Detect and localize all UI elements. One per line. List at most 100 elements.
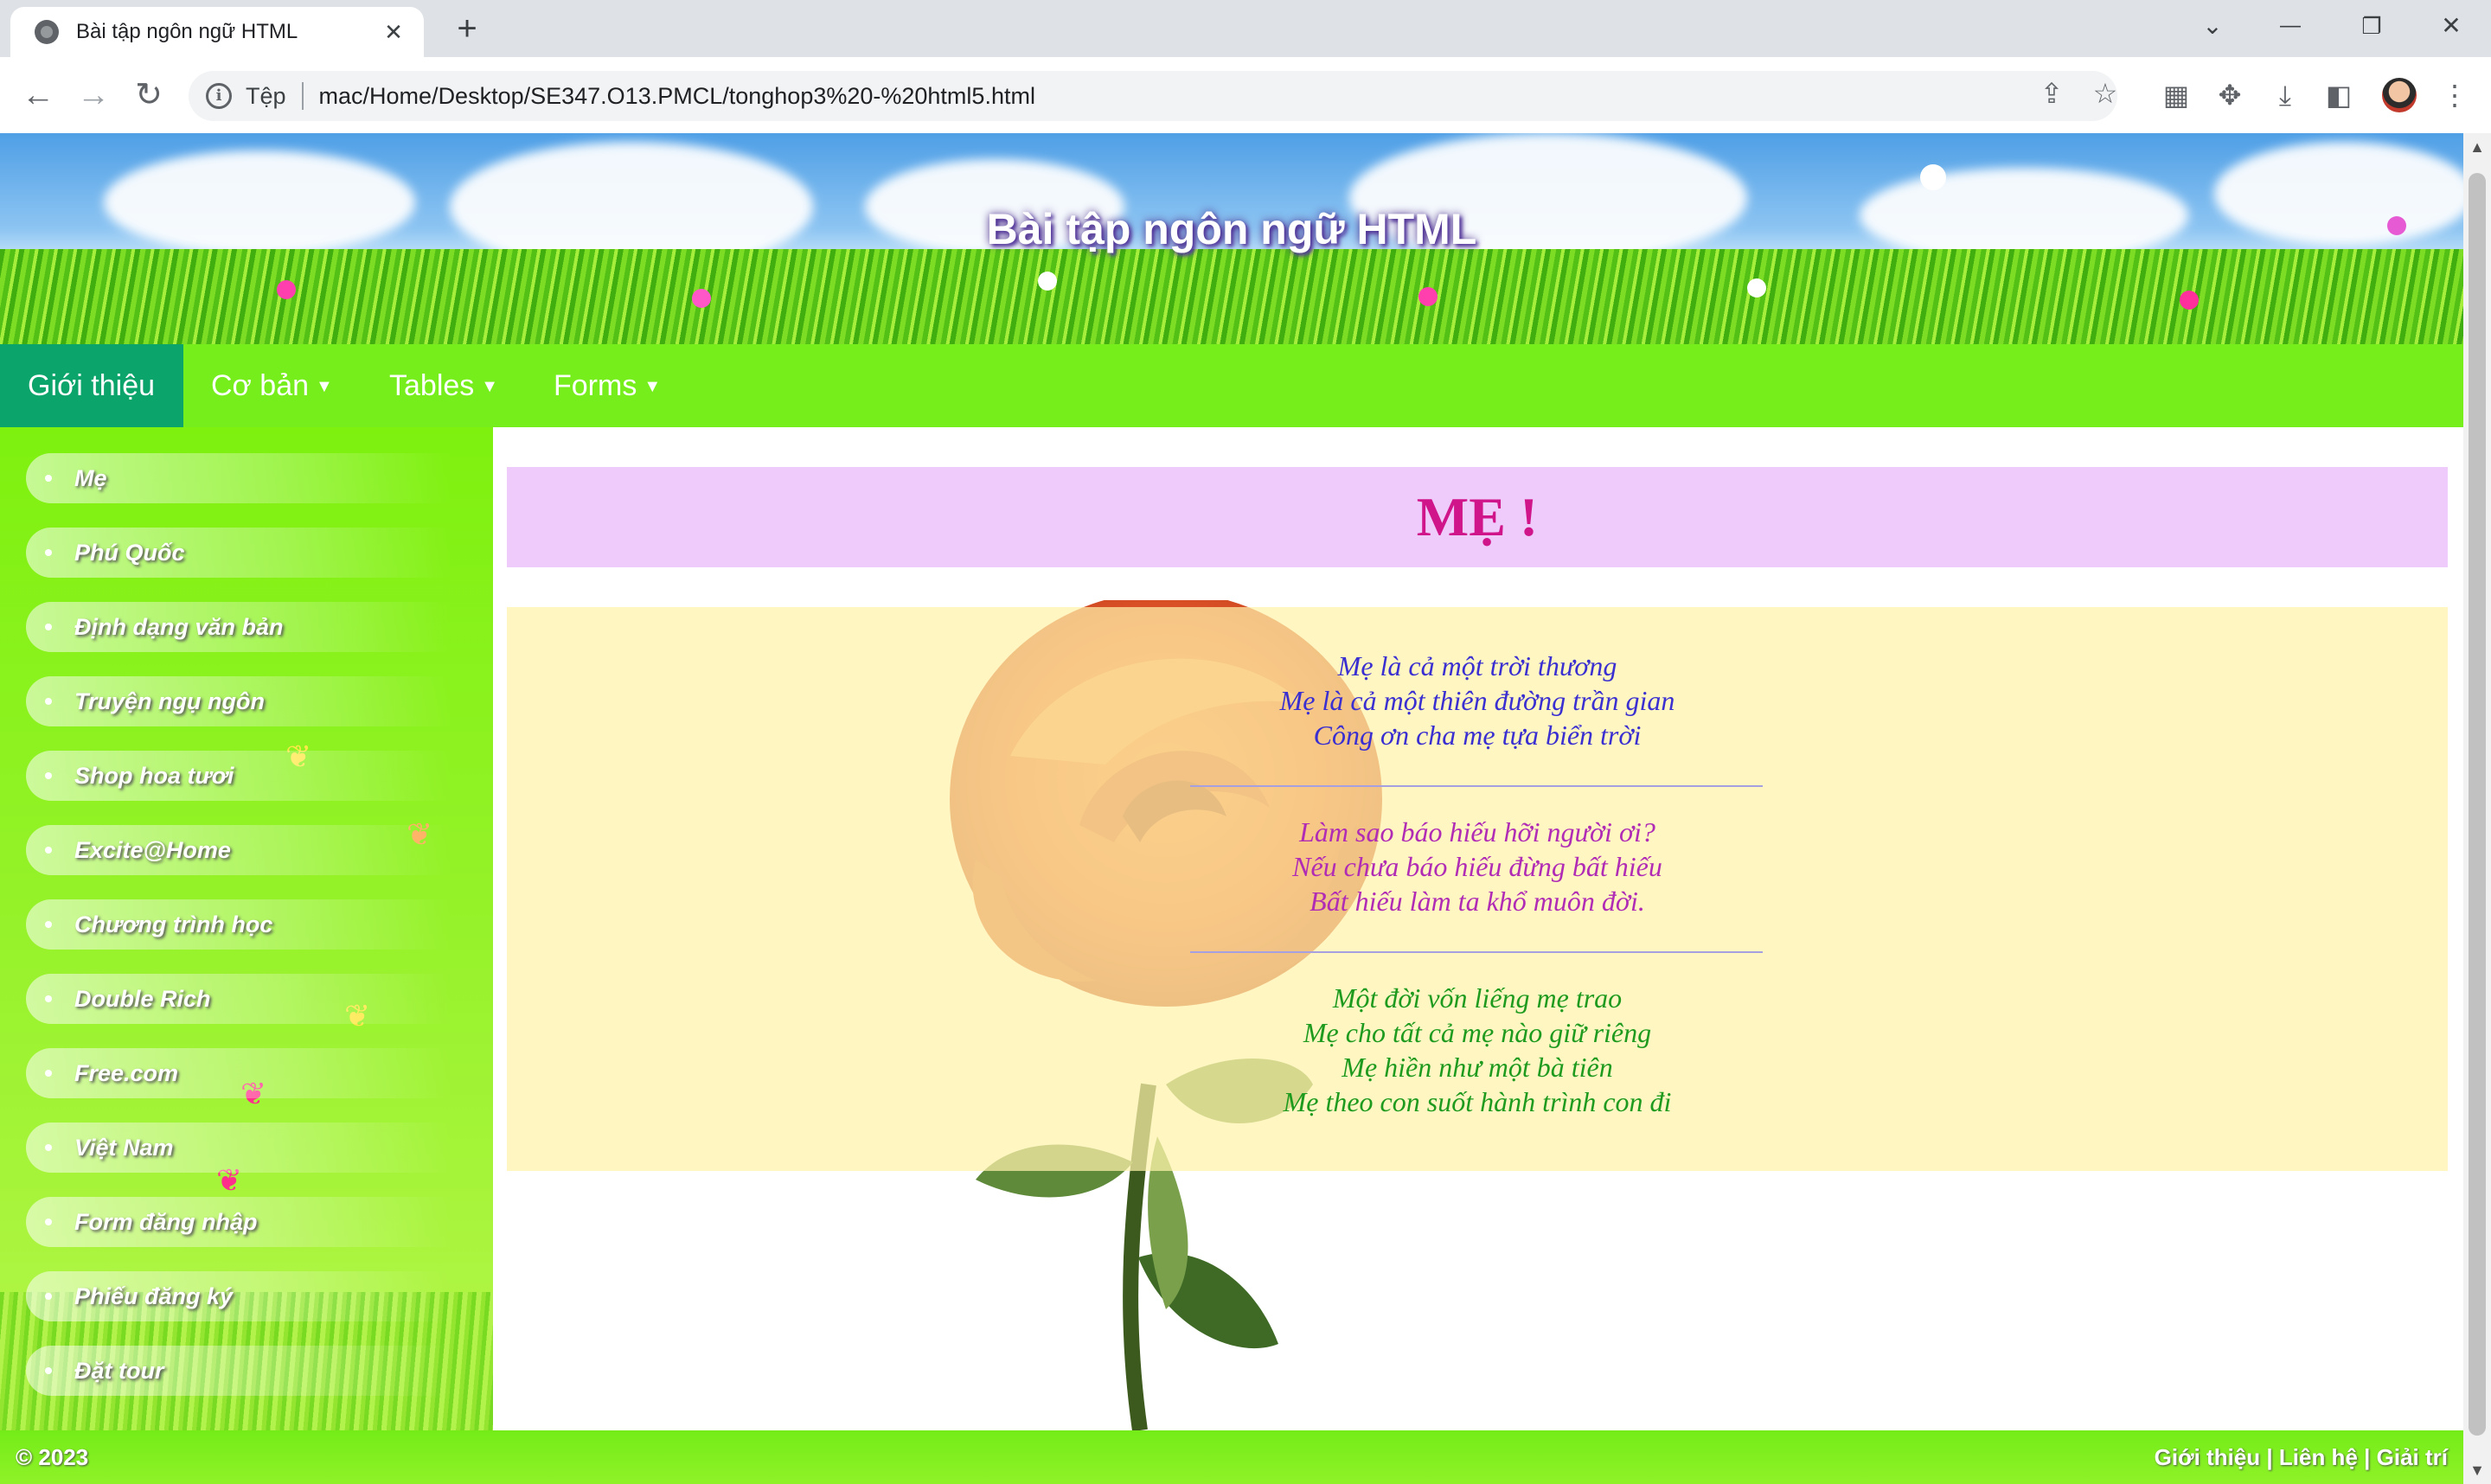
- poem-line: Mẹ là cả một thiên đường trần gian: [1279, 685, 1675, 716]
- flower: [1418, 287, 1438, 306]
- sidebar-item[interactable]: Chương trình học: [26, 899, 451, 950]
- sidebar-item-label: Định dạng văn bản: [74, 613, 284, 640]
- bullet-icon: [45, 1367, 52, 1374]
- sidebar-item-label: Double Rich: [74, 985, 211, 1012]
- footer-link-gioi-thieu[interactable]: Giới thiệu: [2155, 1444, 2260, 1470]
- sidebar-item[interactable]: Đặt tour: [26, 1346, 451, 1396]
- flower: [692, 289, 711, 308]
- extensions-puzzle-icon[interactable]: ✥: [2212, 78, 2247, 112]
- web-page: Bài tập ngôn ngữ HTML Giới thiệu Cơ bản ▼…: [0, 133, 2463, 1484]
- bullet-icon: [45, 698, 52, 705]
- sidebar-item[interactable]: Double Rich: [26, 974, 451, 1024]
- caret-down-icon: ▼: [316, 377, 333, 396]
- url-text[interactable]: mac/Home/Desktop/SE347.O13.PMCL/tonghop3…: [319, 83, 1035, 110]
- menu-label: Forms: [554, 369, 637, 402]
- poem-line: Mẹ theo con suốt hành trình con đi: [1283, 1086, 1672, 1117]
- menu-label: Giới thiệu: [28, 369, 156, 402]
- sidebar-item-label: Free.com: [74, 1059, 179, 1086]
- sidebar-item-label: Excite@Home: [74, 836, 231, 863]
- poem-line: Bất hiếu làm ta khổ muôn đời.: [1310, 886, 1645, 917]
- download-icon[interactable]: ⤓: [2268, 78, 2302, 112]
- flower: [1747, 278, 1766, 297]
- sidebar-item-label: Việt Nam: [74, 1134, 174, 1161]
- reload-button[interactable]: ↻: [128, 74, 170, 116]
- main-content: MẸ ! Mẹ là cả một trời thương Mẹ là cả m…: [493, 427, 2463, 1430]
- restore-button[interactable]: ❐: [2346, 7, 2398, 45]
- scroll-up-arrow-icon[interactable]: ▲: [2463, 135, 2491, 159]
- info-icon[interactable]: i: [206, 83, 232, 109]
- menu-gioi-thieu[interactable]: Giới thiệu: [0, 344, 183, 427]
- share-icon[interactable]: ⇪: [2033, 74, 2071, 112]
- caret-down-icon: ▼: [481, 377, 499, 396]
- bullet-icon: [45, 847, 52, 854]
- sidebar-item[interactable]: Free.com: [26, 1048, 451, 1098]
- sidebar-item-label: Phiếu đăng ký: [74, 1283, 234, 1309]
- minimize-button[interactable]: —: [2264, 7, 2316, 45]
- globe-icon: [35, 20, 59, 44]
- footer: © 2023 Giới thiệu | Liên hệ | Giải trí: [0, 1430, 2463, 1484]
- sidebar-item-label: Truyện ngụ ngôn: [74, 688, 265, 714]
- forward-button[interactable]: →: [73, 74, 114, 116]
- sidebar-item-label: Đặt tour: [74, 1357, 164, 1384]
- poem-line: Làm sao báo hiếu hỡi người ơi?: [1299, 816, 1655, 848]
- bullet-icon: [45, 1144, 52, 1151]
- page-heading: MẸ !: [1416, 486, 1539, 547]
- bullet-icon: [45, 1070, 52, 1077]
- header-banner: Bài tập ngôn ngữ HTML: [0, 133, 2463, 344]
- scheme-label: Tệp: [246, 82, 286, 109]
- sidebar-item[interactable]: Việt Nam: [26, 1123, 451, 1173]
- sidebar-item[interactable]: Phiếu đăng ký: [26, 1271, 451, 1321]
- more-menu-icon[interactable]: ⋮: [2437, 78, 2472, 112]
- address-bar[interactable]: i Tệp mac/Home/Desktop/SE347.O13.PMCL/to…: [189, 71, 2117, 121]
- banner-title: Bài tập ngôn ngữ HTML: [986, 205, 1477, 253]
- menu-label: Cơ bản: [211, 369, 310, 402]
- sidebar-item-label: Phú Quốc: [74, 539, 185, 566]
- poem-divider: [1190, 785, 1763, 787]
- flower: [1038, 272, 1057, 291]
- omnibox-divider: [301, 82, 304, 110]
- footer-separator: |: [2357, 1444, 2377, 1470]
- sidebar-item-label: Chương trình học: [74, 911, 273, 937]
- back-button[interactable]: ←: [17, 74, 59, 116]
- scroll-thumb[interactable]: [2469, 173, 2486, 1436]
- poem-line: Một đời vốn liếng mẹ trao: [1332, 982, 1623, 1014]
- sidebar-item[interactable]: Mẹ: [26, 453, 451, 503]
- poem-line: Mẹ là cả một trời thương: [1337, 650, 1617, 681]
- flower: [277, 280, 296, 299]
- menu-tables[interactable]: Tables ▼: [362, 344, 526, 427]
- side-panel-icon[interactable]: ◧: [2321, 78, 2356, 112]
- sidebar-item-label: Shop hoa tươi: [74, 762, 234, 789]
- poem-line: Công ơn cha mẹ tựa biển trời: [1313, 720, 1642, 751]
- bullet-icon: [45, 549, 52, 556]
- tab-search-icon[interactable]: ⌄: [2187, 7, 2238, 45]
- vertical-scrollbar[interactable]: ▲ ▼: [2463, 133, 2491, 1484]
- poem-divider: [1190, 951, 1763, 953]
- bookmark-star-icon[interactable]: ☆: [2086, 74, 2124, 112]
- new-tab-button[interactable]: +: [448, 10, 486, 48]
- footer-separator: |: [2260, 1444, 2279, 1470]
- footer-link-lien-he[interactable]: Liên hệ: [2279, 1444, 2358, 1470]
- close-tab-icon[interactable]: ✕: [379, 19, 408, 46]
- sidebar-item[interactable]: Truyện ngụ ngôn: [26, 676, 451, 726]
- profile-avatar[interactable]: [2382, 78, 2417, 112]
- sidebar-item[interactable]: Shop hoa tươi: [26, 751, 451, 801]
- browser-toolbar: ← → ↻ i Tệp mac/Home/Desktop/SE347.O13.P…: [0, 57, 2491, 134]
- browser-tab[interactable]: Bài tập ngôn ngữ HTML ✕: [10, 7, 424, 57]
- sidebar-item[interactable]: Excite@Home: [26, 825, 451, 875]
- extension-placeholder-icon[interactable]: ▦: [2159, 78, 2193, 112]
- bullet-icon: [45, 475, 52, 482]
- sidebar-item[interactable]: Định dạng văn bản: [26, 602, 451, 652]
- heading-box: MẸ !: [507, 467, 2448, 567]
- bullet-icon: [45, 921, 52, 928]
- menu-forms[interactable]: Forms ▼: [526, 344, 688, 427]
- flower: [2180, 291, 2199, 310]
- close-window-button[interactable]: ✕: [2425, 7, 2477, 45]
- sidebar-item[interactable]: Phú Quốc: [26, 528, 451, 578]
- poem-stanza: Làm sao báo hiếu hỡi người ơi? Nếu chưa …: [507, 815, 2448, 918]
- footer-link-giai-tri[interactable]: Giải trí: [2377, 1444, 2448, 1470]
- grass-decoration: [0, 249, 2463, 344]
- menu-co-ban[interactable]: Cơ bản ▼: [183, 344, 361, 427]
- sidebar-item-label: Mẹ: [74, 464, 107, 491]
- sidebar-item[interactable]: Form đăng nhập: [26, 1197, 451, 1247]
- scroll-down-arrow-icon[interactable]: ▼: [2463, 1458, 2491, 1482]
